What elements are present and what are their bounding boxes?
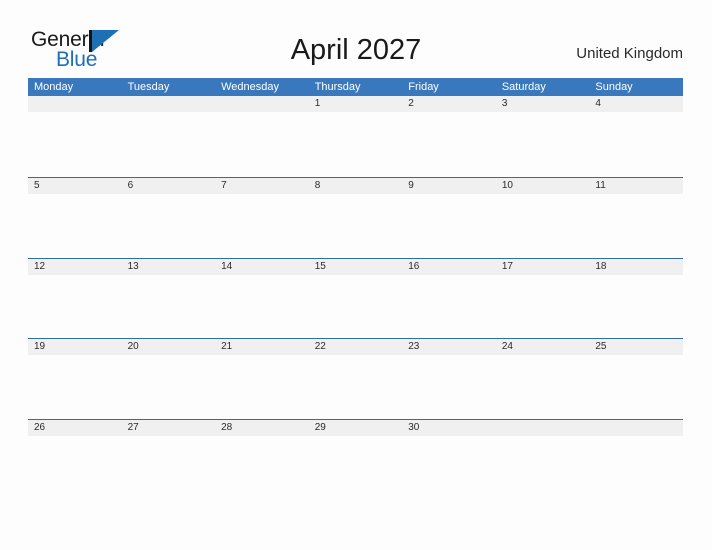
- day-content-cell[interactable]: [121, 112, 216, 176]
- day-number[interactable]: 20: [122, 339, 216, 355]
- day-number[interactable]: 14: [215, 259, 309, 275]
- day-number-band: 19 20 21 22 23 24 25: [28, 339, 683, 356]
- day-number[interactable]: 4: [589, 96, 683, 112]
- day-content-cell[interactable]: [215, 112, 309, 176]
- day-number[interactable]: [28, 96, 122, 112]
- day-content-cell[interactable]: [495, 193, 590, 258]
- day-number[interactable]: 28: [215, 420, 309, 436]
- day-content-cell[interactable]: [28, 355, 122, 420]
- general-blue-logo[interactable]: General Blue: [31, 29, 141, 75]
- day-content-cell[interactable]: [121, 436, 216, 501]
- day-number[interactable]: 13: [122, 259, 216, 275]
- day-content-cell[interactable]: [28, 112, 122, 176]
- day-content-cell[interactable]: [215, 436, 309, 501]
- day-content-cell[interactable]: [308, 112, 403, 176]
- day-content-row: [28, 112, 683, 176]
- week-row: 19 20 21 22 23 24 25: [28, 338, 683, 420]
- weekday-header-sunday: Sunday: [595, 81, 633, 93]
- day-number[interactable]: [496, 420, 590, 436]
- day-content-cell[interactable]: [215, 193, 309, 258]
- day-content-cell[interactable]: [121, 355, 216, 420]
- day-content-cell[interactable]: [28, 436, 122, 501]
- day-number[interactable]: 17: [496, 259, 590, 275]
- week-row: 12 13 14 15 16 17 18: [28, 257, 683, 339]
- day-content-cell[interactable]: [121, 193, 216, 258]
- day-number[interactable]: 15: [309, 259, 403, 275]
- day-number[interactable]: 25: [589, 339, 683, 355]
- day-content-cell[interactable]: [308, 274, 403, 339]
- day-number[interactable]: [122, 96, 216, 112]
- day-number-band: 5 6 7 8 9 10 11: [28, 177, 683, 194]
- day-content-cell[interactable]: [308, 355, 403, 420]
- day-content-cell[interactable]: [215, 274, 309, 339]
- day-content-cell[interactable]: [495, 112, 590, 176]
- week-row: 1 2 3 4: [28, 96, 683, 177]
- day-content-cell[interactable]: [589, 193, 683, 258]
- day-content-cell[interactable]: [308, 193, 403, 258]
- calendar-grid: Monday Tuesday Wednesday Thursday Friday…: [28, 78, 683, 501]
- weekday-header-thursday: Thursday: [314, 81, 361, 93]
- country-label: United Kingdom: [576, 45, 683, 62]
- day-number[interactable]: 9: [402, 178, 496, 194]
- day-content-cell[interactable]: [402, 436, 496, 501]
- day-number[interactable]: 19: [28, 339, 122, 355]
- day-content-row: [28, 355, 683, 420]
- day-content-cell[interactable]: [495, 274, 590, 339]
- day-content-row: [28, 274, 683, 339]
- day-content-cell[interactable]: [589, 274, 683, 339]
- week-row: 5 6 7 8 9 10 11: [28, 176, 683, 258]
- page-title: April 2027: [290, 34, 422, 66]
- day-number[interactable]: 22: [309, 339, 403, 355]
- day-number[interactable]: 16: [402, 259, 496, 275]
- day-content-cell[interactable]: [215, 355, 309, 420]
- day-content-cell[interactable]: [402, 355, 496, 420]
- day-number[interactable]: 5: [28, 178, 122, 194]
- day-content-cell[interactable]: [589, 355, 683, 420]
- day-number[interactable]: 8: [309, 178, 403, 194]
- day-number[interactable]: 29: [309, 420, 403, 436]
- day-number[interactable]: 18: [589, 259, 683, 275]
- day-number[interactable]: 1: [309, 96, 403, 112]
- weekday-header-monday: Monday: [34, 81, 74, 93]
- day-number[interactable]: 30: [402, 420, 496, 436]
- week-row: 26 27 28 29 30: [28, 419, 683, 501]
- day-number-band: 1 2 3 4: [28, 96, 683, 112]
- day-number[interactable]: [215, 96, 309, 112]
- day-number[interactable]: 6: [122, 178, 216, 194]
- weekday-header-tuesday: Tuesday: [127, 81, 170, 93]
- day-content-cell[interactable]: [495, 436, 590, 501]
- weekday-header-wednesday: Wednesday: [221, 81, 280, 93]
- day-number[interactable]: 10: [496, 178, 590, 194]
- day-content-cell[interactable]: [402, 274, 496, 339]
- day-number-band: 12 13 14 15 16 17 18: [28, 258, 683, 275]
- day-content-cell[interactable]: [495, 355, 590, 420]
- day-number[interactable]: 21: [215, 339, 309, 355]
- day-number[interactable]: 26: [28, 420, 122, 436]
- day-content-row: [28, 193, 683, 258]
- day-content-cell[interactable]: [121, 274, 216, 339]
- weekday-header-friday: Friday: [408, 81, 439, 93]
- day-number[interactable]: 2: [402, 96, 496, 112]
- weekday-header-saturday: Saturday: [501, 81, 546, 93]
- day-content-cell[interactable]: [402, 193, 496, 258]
- day-content-cell[interactable]: [28, 193, 122, 258]
- day-number[interactable]: 23: [402, 339, 496, 355]
- day-content-cell[interactable]: [589, 112, 683, 176]
- day-content-row: [28, 436, 683, 501]
- day-number[interactable]: 12: [28, 259, 122, 275]
- day-number[interactable]: 27: [122, 420, 216, 436]
- weekday-header-row: Monday Tuesday Wednesday Thursday Friday…: [28, 78, 683, 96]
- day-content-cell[interactable]: [308, 436, 403, 501]
- logo-text-blue: Blue: [56, 48, 98, 71]
- day-number-band: 26 27 28 29 30: [28, 420, 683, 437]
- day-content-cell[interactable]: [402, 112, 496, 176]
- page-header: General Blue April 2027 United Kingdom: [0, 0, 712, 78]
- day-number[interactable]: [589, 420, 683, 436]
- day-number[interactable]: 7: [215, 178, 309, 194]
- day-number[interactable]: 3: [496, 96, 590, 112]
- day-number[interactable]: 24: [496, 339, 590, 355]
- day-content-cell[interactable]: [589, 436, 683, 501]
- day-content-cell[interactable]: [28, 274, 122, 339]
- day-number[interactable]: 11: [589, 178, 683, 194]
